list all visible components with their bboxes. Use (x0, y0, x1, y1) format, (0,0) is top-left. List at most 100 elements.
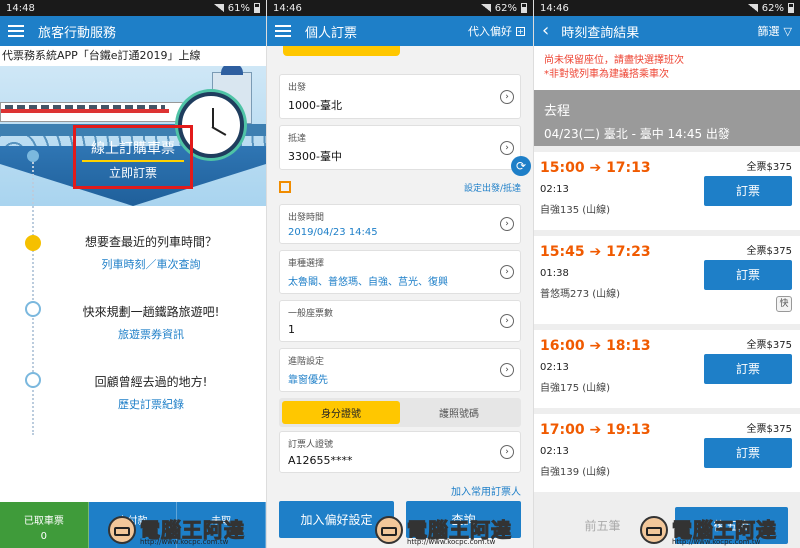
field-value: 2019/04/23 14:45 (288, 227, 378, 238)
add-frequent-person-link[interactable]: 加入常用訂票人 (279, 483, 521, 498)
train-type-field[interactable]: 車種選擇 太魯閣、普悠瑪、自強、莒光、復興 › (279, 250, 521, 294)
express-badge: 快 (776, 296, 792, 312)
field-label: 抵達 (288, 134, 307, 144)
feature-question: 回顧曾經去過的地方! (94, 375, 208, 389)
screen-booking: 14:46 62% 個人訂票 代入偏好 + 出發 1000-臺北 › 抵達 33… (267, 0, 533, 548)
route-header: 去程 04/23(二) 臺北 - 臺中 14:45 出發 (534, 90, 800, 146)
status-bar: 14:46 62% (534, 0, 800, 16)
book-train-button[interactable]: 訂票 (704, 354, 792, 384)
book-ticket-button[interactable]: 線上訂購車票 立即訂票 (73, 125, 193, 189)
status-time: 14:48 (6, 2, 35, 14)
screen-home: 14:48 61% 旅客行動服務 代票務系統APP「台鐵e訂通2019」上線 線… (0, 0, 266, 548)
watermark-logo-icon (108, 516, 136, 544)
watermark: 電腦王阿達 http://www.kocpc.com.tw (108, 516, 245, 546)
plus-box-icon: + (516, 26, 525, 36)
apply-preference-label: 代入偏好 (468, 25, 512, 38)
field-label: 進階設定 (288, 357, 325, 367)
chevron-right-icon: › (500, 217, 514, 231)
from-station-field[interactable]: 出發 1000-臺北 › (279, 74, 521, 119)
chevron-right-icon: › (500, 363, 514, 377)
advanced-settings-field[interactable]: 進階設定 靠窗優先 › (279, 348, 521, 392)
train-result-card: 17:00 ➔ 19:13 02:13 自強139 (山線) 全票$375 訂票 (534, 414, 800, 492)
filter-label: 篩選 (757, 25, 780, 38)
train-price: 全票$375 (746, 424, 792, 435)
field-label: 出發 (288, 83, 307, 93)
status-time: 14:46 (540, 2, 569, 14)
chevron-right-icon: › (500, 445, 514, 459)
app-title: 旅客行動服務 (38, 25, 117, 41)
field-label: 出發時間 (288, 213, 325, 223)
watermark-logo-icon (375, 516, 403, 544)
history-link[interactable]: 歷史訂票紀錄 (46, 396, 256, 412)
field-value: 靠窗優先 (288, 375, 328, 386)
app-title: 個人訂票 (305, 25, 358, 41)
to-station-field[interactable]: 抵達 3300-臺中 › (279, 125, 521, 170)
signal-icon (480, 4, 491, 12)
timeline-dot (27, 150, 39, 162)
route-direction: 去程 (544, 104, 571, 119)
train-illustration (0, 102, 190, 122)
chevron-right-icon: › (500, 89, 514, 104)
book-now-label: 立即訂票 (108, 166, 157, 180)
timetable-link[interactable]: 列車時刻／車次查詢 (46, 256, 256, 272)
battery-text: 62% (494, 2, 517, 14)
status-bar: 14:48 61% (0, 0, 266, 16)
book-ticket-title: 線上訂購車票 (91, 141, 175, 157)
book-train-button[interactable]: 訂票 (704, 438, 792, 468)
watermark-logo-icon (640, 516, 668, 544)
feature-question: 快來規劃一趟鐵路旅遊吧! (82, 305, 220, 319)
watermark: 電腦王阿達 http://www.kocpc.com.tw (375, 516, 512, 546)
menu-icon[interactable] (8, 25, 24, 37)
menu-icon[interactable] (275, 25, 291, 37)
id-number-field[interactable]: 訂票人證號 A12655**** › (279, 431, 521, 473)
depart-time-field[interactable]: 出發時間 2019/04/23 14:45 › (279, 204, 521, 244)
status-bar: 14:46 62% (267, 0, 533, 16)
timeline-dot (25, 372, 41, 388)
app-title: 時刻查詢結果 (561, 25, 640, 41)
apply-preference-button[interactable]: 代入偏好 + (468, 23, 525, 39)
train-price: 全票$375 (746, 246, 792, 257)
signal-icon (213, 4, 224, 12)
booking-type-tabs[interactable] (283, 46, 517, 56)
notice-line: *非對號列車為建議搭乘車次 (544, 69, 669, 80)
status-time: 14:46 (273, 2, 302, 14)
feature-timetable: 想要查最近的列車時間？ 列車時刻／車次查詢 (46, 233, 256, 272)
timeline-line (32, 155, 34, 435)
chevron-right-icon: › (500, 140, 514, 155)
train-price: 全票$375 (746, 340, 792, 351)
train-result-card: 16:00 ➔ 18:13 02:13 自強175 (山線) 全票$375 訂票 (534, 330, 800, 408)
watermark-url: http://www.kocpc.com.tw (407, 538, 496, 546)
feature-question: 想要查最近的列車時間？ (84, 235, 217, 249)
route-summary: 04/23(二) 臺北 - 臺中 14:45 出發 (544, 127, 730, 141)
filter-button[interactable]: 篩選 ▽ (758, 23, 792, 39)
tab-passport[interactable]: 護照號碼 (400, 401, 518, 424)
swap-stations-icon[interactable]: ⟳ (511, 156, 531, 176)
id-type-tabs: 身分證號 護照號碼 (279, 398, 521, 427)
travel-ticket-link[interactable]: 旅遊票券資訊 (46, 326, 256, 342)
screen-results: 14:46 62% ‹ 時刻查詢結果 篩選 ▽ 尚未保留座位，請盡快選擇班次 *… (534, 0, 800, 548)
app-bar: ‹ 時刻查詢結果 篩選 ▽ (534, 16, 800, 46)
train-price: 全票$375 (746, 162, 792, 173)
book-train-button[interactable]: 訂票 (704, 176, 792, 206)
battery-icon (788, 3, 794, 13)
book-train-button[interactable]: 訂票 (704, 260, 792, 290)
feature-travel: 快來規劃一趟鐵路旅遊吧! 旅遊票券資訊 (46, 303, 256, 342)
map-icon[interactable] (279, 181, 291, 193)
back-arrow-icon[interactable]: ‹ (542, 22, 549, 40)
announcement-banner[interactable]: 代票務系統APP「台鐵e訂通2019」上線 (0, 46, 266, 66)
set-route-link[interactable]: 設定出發/抵達 (464, 181, 521, 194)
collected-tickets-tab[interactable]: 已取車票 0 (0, 502, 89, 548)
app-bar: 旅客行動服務 (0, 16, 266, 46)
train-result-card: 15:45 ➔ 17:23 01:38 普悠瑪273 (山線) 全票$375 訂… (534, 236, 800, 324)
feature-history: 回顧曾經去過的地方! 歷史訂票紀錄 (46, 373, 256, 412)
field-label: 車種選擇 (288, 259, 325, 269)
field-value: A12655**** (288, 454, 353, 467)
field-value: 太魯閣、普悠瑪、自強、莒光、復興 (288, 277, 448, 288)
filter-icon: ▽ (783, 24, 792, 38)
field-label: 一般座票數 (288, 309, 334, 319)
tab-national-id[interactable]: 身分證號 (282, 401, 400, 424)
timeline-dot (25, 301, 41, 317)
tab-label: 已取車票 (23, 516, 64, 527)
watermark: 電腦王阿達 http://www.kocpc.com.tw (640, 516, 777, 546)
ticket-count-field[interactable]: 一般座票數 1 › (279, 300, 521, 342)
